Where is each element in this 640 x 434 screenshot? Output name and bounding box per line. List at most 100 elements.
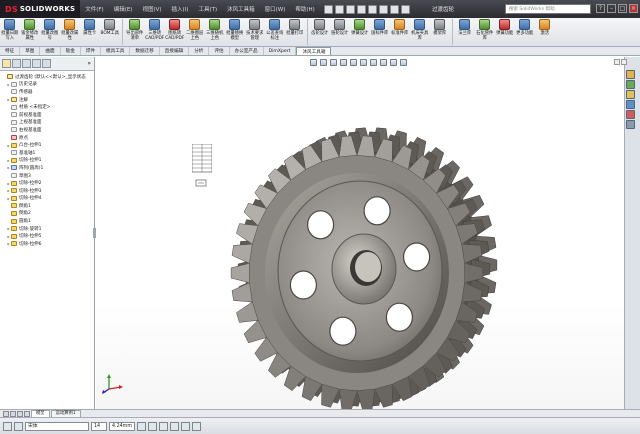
tree-item[interactable]: 圆角1 — [0, 217, 94, 225]
view-settings-icon[interactable] — [400, 59, 407, 66]
view-palette-icon[interactable] — [626, 100, 635, 109]
toolbar-button[interactable]: 属性卡 — [80, 19, 100, 36]
align-right-icon[interactable] — [192, 421, 201, 431]
tree-item[interactable]: 草图3 — [0, 172, 94, 180]
toolbar-button[interactable]: 批量改图号 — [40, 19, 60, 41]
tree-item[interactable]: 右视基准面 — [0, 126, 94, 134]
toolbar-button[interactable]: 弹簧功能 — [495, 19, 515, 36]
display-tab-icon[interactable] — [42, 59, 51, 68]
menu-file[interactable]: 文件(F) — [80, 5, 108, 13]
toolbar-button[interactable]: 三维随机上色 — [205, 19, 225, 41]
doc-close-icon[interactable] — [621, 59, 627, 65]
doc-minimize-icon[interactable] — [614, 59, 620, 65]
tree-item[interactable]: ▸ 阵列(圆周)1 — [0, 164, 94, 172]
tree-item[interactable]: 过渡齿轮 (默认<<默认>_显示状态 — [0, 73, 94, 81]
tree-item[interactable]: ▸ 切除-拉伸1 — [0, 157, 94, 165]
display-style-icon[interactable] — [360, 59, 367, 66]
rebuild-icon[interactable] — [389, 4, 399, 14]
toolbar-button[interactable]: 图纸转CAD/PDF — [165, 19, 185, 41]
expand-panel-icon[interactable]: » — [87, 60, 91, 67]
graphics-area[interactable] — [96, 57, 624, 409]
dimxpert-tab-icon[interactable] — [32, 59, 41, 68]
menu-window[interactable]: 窗口(W) — [260, 5, 291, 13]
italic-icon[interactable] — [148, 421, 157, 431]
toolbar-button[interactable]: 石化管件库 — [475, 19, 495, 41]
close-icon[interactable]: × — [629, 4, 638, 13]
toolbar-button[interactable]: 弹簧设计 — [350, 19, 370, 36]
command-tab[interactable]: 数据迁移 — [130, 47, 160, 55]
font-size-select[interactable]: 14 — [91, 421, 107, 431]
hide-show-icon[interactable] — [370, 59, 377, 66]
menu-view[interactable]: 视图(V) — [137, 5, 166, 13]
tree-item[interactable]: 原点 — [0, 134, 94, 142]
toolbar-button[interactable]: 更多功能 — [515, 19, 535, 36]
app-logo[interactable]: DS SOLIDWORKS — [0, 0, 81, 18]
tree-item[interactable]: 倒角1 — [0, 202, 94, 210]
style-icon[interactable] — [14, 421, 23, 431]
edit-appearance-icon[interactable] — [380, 59, 387, 66]
section-view-icon[interactable] — [340, 59, 347, 66]
new-icon[interactable] — [323, 4, 333, 14]
gear-model[interactable] — [96, 57, 624, 409]
scene-icon[interactable] — [390, 59, 397, 66]
tree-item[interactable]: ▸ 切除-拉伸3 — [0, 187, 94, 195]
command-tab[interactable]: 钣金 — [61, 47, 81, 55]
tree-item[interactable]: 上视基准面 — [0, 119, 94, 127]
toolbar-button[interactable]: 法兰库 — [455, 19, 475, 36]
toolbar-button[interactable]: 批量替换模型 — [225, 19, 245, 41]
command-tab[interactable]: 模具工具 — [101, 47, 131, 55]
menu-help[interactable]: 帮助(H) — [290, 5, 319, 13]
options-icon[interactable] — [400, 4, 410, 14]
underline-icon[interactable] — [159, 421, 168, 431]
menu-edit[interactable]: 编辑(E) — [109, 5, 138, 13]
align-center-icon[interactable] — [181, 421, 190, 431]
zoom-to-fit-icon[interactable] — [310, 59, 317, 66]
custom-properties-icon[interactable] — [626, 120, 635, 129]
tree-item[interactable]: ▸ 注解 — [0, 96, 94, 104]
minimize-icon[interactable]: – — [607, 4, 616, 13]
toolbar-button[interactable]: 模架库 — [430, 19, 450, 36]
menu-mufeng[interactable]: 沐风工具箱 — [222, 5, 260, 13]
toolbar-button[interactable]: 钣金修改属性 — [20, 19, 40, 41]
toolbar-button[interactable]: 齿轮设计 — [310, 19, 330, 36]
command-tab[interactable]: 分析 — [189, 47, 210, 55]
toolbar-button[interactable]: 激活 — [535, 19, 555, 36]
toolbar-button[interactable]: 机床夹具库 — [410, 19, 430, 41]
config-tab-icon[interactable] — [22, 59, 31, 68]
tree-item[interactable]: ▸ 切除-拉伸5 — [0, 232, 94, 240]
tab-nav-prev-icon[interactable] — [10, 410, 16, 417]
feature-tree-tab-icon[interactable] — [2, 59, 11, 68]
resources-icon[interactable] — [626, 70, 635, 79]
tree-item[interactable]: ▸ 切除-拉伸2 — [0, 179, 94, 187]
tree-item[interactable]: 前视基准面 — [0, 111, 94, 119]
zoom-area-icon[interactable] — [320, 59, 327, 66]
property-tab-icon[interactable] — [12, 59, 21, 68]
command-tab[interactable]: 焊件 — [81, 47, 102, 55]
tree-item[interactable]: ▸ 历史记录 — [0, 81, 94, 89]
toolbar-button[interactable]: 公差查询标注 — [265, 19, 285, 41]
tree-item[interactable]: ▸ 凸台-拉伸1 — [0, 141, 94, 149]
toolbar-button[interactable]: 三维转CAD/PDF — [145, 19, 165, 41]
print-icon[interactable] — [356, 4, 366, 14]
command-tab[interactable]: 评估 — [209, 47, 230, 55]
command-tab[interactable]: DimXpert — [264, 47, 297, 55]
toolbar-button[interactable]: 链轮设计 — [330, 19, 350, 36]
tab-nav-next-icon[interactable] — [17, 410, 23, 417]
tree-item[interactable]: ▸ 切除-旋转1 — [0, 225, 94, 233]
toolbar-button[interactable]: 批量打印 — [285, 19, 305, 36]
open-icon[interactable] — [334, 4, 344, 14]
command-tab[interactable]: 办公室产品 — [230, 47, 264, 55]
menu-insert[interactable]: 插入(I) — [167, 5, 194, 13]
maximize-icon[interactable]: □ — [618, 4, 627, 13]
tree-item[interactable]: ▸ 切除-拉伸4 — [0, 195, 94, 203]
file-explorer-icon[interactable] — [626, 90, 635, 99]
tree-item[interactable]: 基准轴1 — [0, 149, 94, 157]
toolbar-button[interactable]: 批量日期写入 — [0, 19, 20, 41]
toolbar-button[interactable]: 标准件库 — [390, 19, 410, 36]
command-tab[interactable]: 草图 — [20, 47, 41, 55]
tree-item[interactable]: 传感器 — [0, 88, 94, 96]
appearances-icon[interactable] — [626, 110, 635, 119]
help-search-input[interactable]: 搜索 SolidWorks 帮助 — [505, 4, 591, 14]
toolbar-button[interactable]: 国标件库 — [370, 19, 390, 36]
tree-item[interactable]: 倒角2 — [0, 210, 94, 218]
